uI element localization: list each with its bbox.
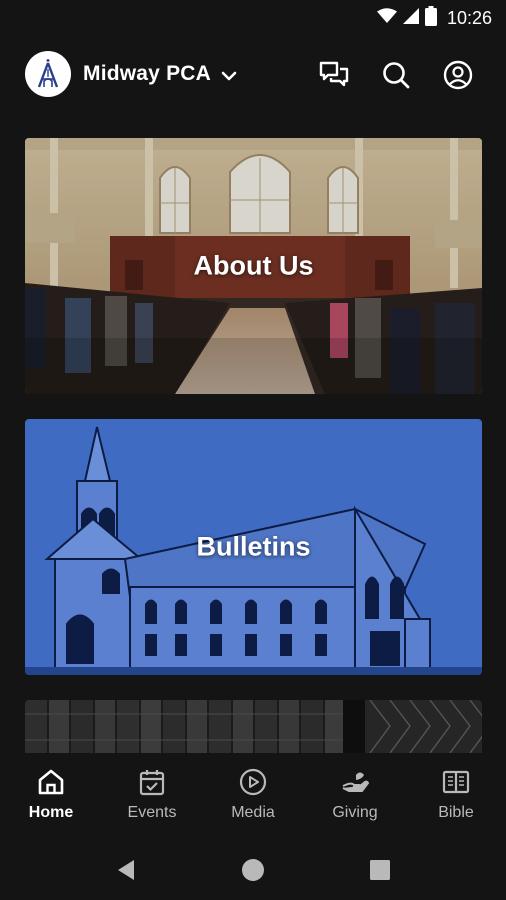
bottom-navigation: Home Events Media Giving Bible [0,753,506,841]
nav-bible-label: Bible [438,804,474,821]
nav-giving-label: Giving [332,804,378,821]
nav-home-label: Home [28,804,74,821]
play-icon [239,768,267,796]
system-navigation-bar [0,841,506,900]
recents-icon[interactable] [365,855,395,885]
bulletins-label: Bulletins [196,531,311,562]
nav-bible[interactable]: Bible [411,767,501,822]
home-icon [38,769,64,795]
wifi-icon [376,8,397,29]
church-logo[interactable] [25,51,71,97]
nav-giving[interactable]: Giving [310,767,400,822]
chat-icon[interactable] [316,57,352,93]
bible-books-card[interactable] [25,700,482,753]
chevron-down-icon[interactable] [218,65,240,87]
book-icon [442,770,470,794]
bulletins-card[interactable]: Bulletins [25,419,482,675]
home-button-icon[interactable] [238,855,268,885]
app-header: Midway PCA [0,48,506,104]
nav-events[interactable]: Events [107,767,197,822]
about-us-card[interactable]: About Us [25,138,482,394]
status-bar: 10:26 [0,0,506,36]
nav-media[interactable]: Media [208,767,298,822]
nav-media-label: Media [231,804,275,821]
book-spines-image [25,700,482,753]
nav-events-label: Events [127,804,177,821]
calendar-icon [139,770,165,796]
back-icon[interactable] [111,855,141,885]
status-icons: 10:26 [376,6,492,31]
cell-signal-icon [402,8,419,29]
search-icon[interactable] [378,57,414,93]
nav-home[interactable]: Home [6,767,96,822]
organization-title[interactable]: Midway PCA [83,62,211,86]
battery-icon [424,6,437,31]
account-icon[interactable] [440,57,476,93]
giving-icon [342,772,370,792]
status-time: 10:26 [446,8,492,28]
about-us-label: About Us [193,250,314,281]
